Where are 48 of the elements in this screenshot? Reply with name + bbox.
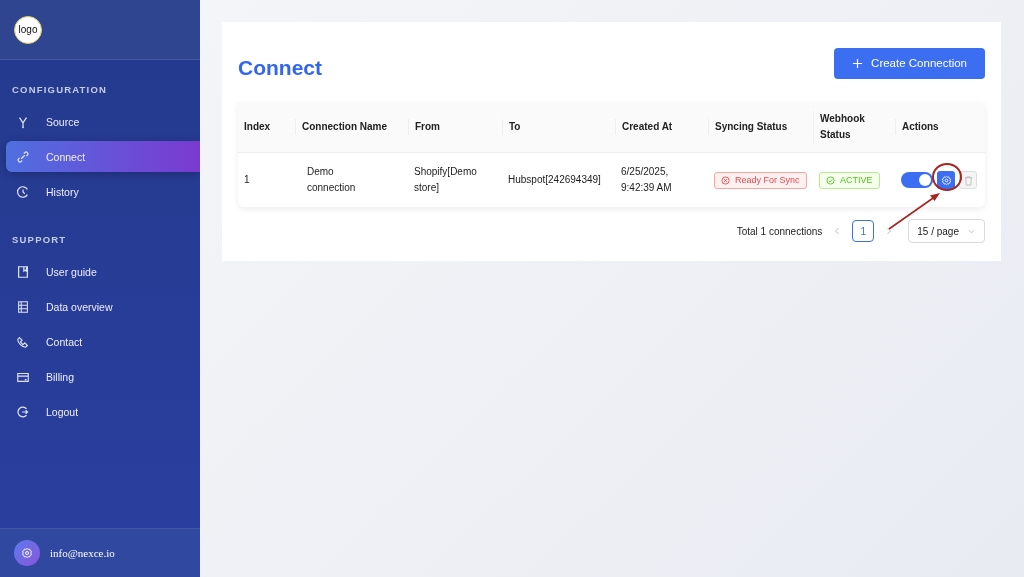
table-cell-text: Demo connection [306, 165, 357, 195]
link-icon [16, 149, 30, 164]
sidebar-item[interactable]: Logout [6, 396, 200, 427]
page-title: Connect [238, 56, 322, 80]
sidebar-item[interactable]: History [6, 176, 200, 207]
annotation-circle [932, 163, 962, 191]
column-header: Webhook Status [813, 111, 895, 143]
delete-button[interactable] [959, 171, 977, 189]
page-size-select[interactable]: 15 / page [908, 219, 985, 243]
trash-icon [962, 174, 974, 186]
section-heading: SUPPORT [11, 233, 68, 247]
status-tag: ACTIVE [819, 171, 880, 189]
list-icon [16, 299, 30, 314]
cross-circle-icon [721, 175, 730, 185]
column-header: Connection Name [295, 119, 408, 135]
column-header: Actions [895, 119, 985, 135]
sidebar-item[interactable]: Connect [6, 141, 200, 172]
sidebar-item[interactable]: Billing [6, 361, 200, 392]
avatar[interactable] [14, 540, 40, 566]
user-email: info@nexce.io [50, 547, 115, 559]
table-cell-text: Shopify[Demo store] [413, 165, 478, 195]
column-header: Syncing Status [708, 119, 813, 135]
column-header: Created At [615, 119, 708, 135]
book-icon [16, 264, 30, 279]
settings-icon [940, 174, 952, 186]
page-button[interactable]: 1 [852, 220, 875, 242]
clock-icon [16, 184, 30, 199]
phone-icon [16, 334, 30, 349]
check-circle-icon [826, 175, 835, 185]
create-connection-button[interactable]: Create Connection [834, 47, 985, 79]
column-header: Index [243, 120, 272, 134]
table-cell-text: 1 [243, 173, 251, 187]
column-header: To [502, 119, 615, 135]
plus-icon [852, 57, 864, 69]
sidebar-item[interactable]: Contact [6, 326, 200, 357]
section-heading: CONFIGURATION [11, 83, 109, 97]
sidebar-item[interactable]: Source [6, 106, 200, 137]
logout-icon [16, 404, 30, 419]
logo: logo [14, 15, 42, 44]
sidebar-item[interactable]: User guide [6, 256, 200, 287]
status-tag: Ready For Sync [714, 171, 807, 189]
sidebar-item[interactable]: Data overview [6, 291, 200, 322]
table-cell-text: 6/25/2025, 9:42:39 AM [620, 165, 673, 195]
column-header: From [408, 119, 502, 135]
table-cell-text: Hubspot[242694349] [507, 173, 602, 187]
toggle-switch[interactable] [901, 172, 933, 188]
total-count: Total 1 connections [736, 225, 823, 237]
settings-button[interactable] [937, 171, 955, 189]
